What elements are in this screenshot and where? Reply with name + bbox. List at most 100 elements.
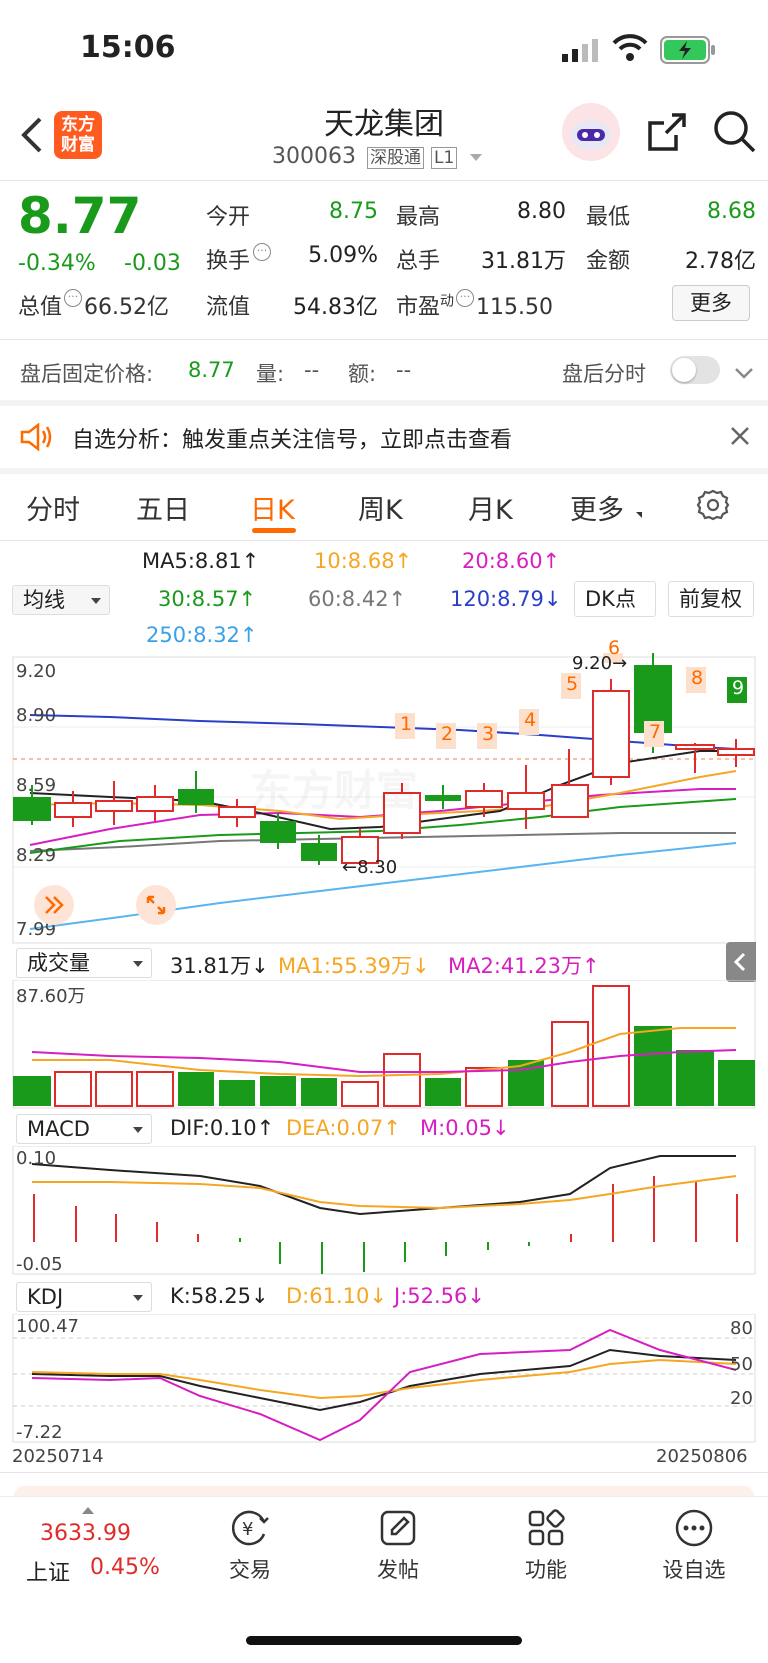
exchange-badge: 深股通 [366, 147, 424, 169]
nav-trade-label: 交易 [229, 1558, 271, 1582]
settings-icon[interactable] [696, 488, 730, 526]
expand-icon[interactable] [136, 885, 176, 925]
watermark: 东方财富 [250, 757, 418, 818]
close-icon[interactable] [730, 426, 750, 450]
grid-icon [526, 1508, 566, 1548]
after-hours-vol-label: 量: [256, 362, 285, 386]
caret-up-icon [82, 1507, 94, 1514]
kdj-legend: KDJ K:58.25↓ D:61.10↓ J:52.56↓ [0, 1280, 768, 1314]
turnover-value: 5.09% [308, 243, 378, 268]
signal-3[interactable]: 3 [482, 723, 494, 745]
y-label-2: 8.90 [16, 705, 57, 726]
volume-chart [12, 980, 756, 1109]
ma-legend: MA5:8.81↑ 10:8.68↑ 20:8.60↑ 均线 30:8.57↑ … [0, 541, 768, 653]
kdj-d: D:61.10↓ [286, 1284, 387, 1308]
robot-avatar-icon[interactable] [562, 103, 620, 161]
info-icon[interactable]: ··· [456, 289, 475, 307]
signal-8[interactable]: 8 [691, 667, 703, 689]
kline-labels: 9.20 8.90 8.59 8.29 7.99 9.20→ ←8.30 1 2… [0, 637, 768, 953]
kdj-chart [12, 1314, 756, 1443]
macd-selector[interactable]: MACD [16, 1114, 152, 1144]
signal-5[interactable]: 5 [566, 673, 578, 695]
mcap-label: 总值 ··· 66.52亿 [18, 289, 169, 320]
turnover-label: 换手 ··· [206, 243, 272, 275]
status-time: 15:06 [80, 30, 176, 65]
y-label-3: 8.59 [16, 775, 57, 796]
signal-4[interactable]: 4 [524, 709, 536, 731]
collapse-icon[interactable] [726, 942, 756, 982]
index-name[interactable]: 上证 [26, 1555, 70, 1587]
float-label: 流值 [206, 295, 251, 320]
adjust-button[interactable]: 前复权 [668, 581, 754, 617]
volume-selector[interactable]: 成交量 [16, 948, 152, 978]
index-change[interactable]: 0.45% [90, 1555, 160, 1580]
volume-value: 31.81万 [481, 249, 566, 274]
chart-tabs: 分时 五日 日K 周K 月K 更多 [0, 474, 768, 540]
date-start: 20250714 [12, 1446, 104, 1467]
macd-top-label: 0.10 [16, 1148, 57, 1169]
info-icon[interactable]: ··· [253, 243, 272, 261]
chevron-down-icon [470, 153, 483, 161]
after-hours-vol: -- [304, 358, 320, 382]
nav-watchlist[interactable]: 设自选 [634, 1508, 754, 1584]
ma-selector[interactable]: 均线 [12, 585, 110, 615]
mcap-value: 66.52亿 [84, 295, 169, 320]
more-circle-icon [674, 1508, 714, 1548]
index-value[interactable]: 3633.99 [40, 1521, 131, 1546]
open-value: 8.75 [329, 199, 378, 224]
double-chevron-icon[interactable] [34, 885, 74, 925]
low-label: 最低 [586, 205, 631, 230]
stock-subtitle[interactable]: 300063 深股通 L1 [272, 143, 483, 171]
tab-intraday[interactable]: 分时 [26, 488, 80, 527]
ma20-value: 20:8.60↑ [462, 549, 561, 573]
tab-more[interactable]: 更多 [570, 488, 624, 527]
chevron-down-icon[interactable] [734, 362, 754, 386]
kdj-20-label: 20 [730, 1388, 753, 1409]
kdj-selector[interactable]: KDJ [16, 1282, 152, 1312]
back-icon[interactable] [18, 115, 44, 159]
tab-more-caret-icon [636, 512, 642, 518]
analysis-banner[interactable]: 自选分析：触发重点关注信号，立即点击查看 [0, 406, 768, 468]
share-icon[interactable] [646, 111, 688, 157]
tab-five-day[interactable]: 五日 [136, 488, 190, 527]
low-marker: ←8.30 [342, 857, 398, 878]
after-hours-toggle[interactable] [670, 356, 720, 384]
nav-function[interactable]: 功能 [486, 1508, 606, 1584]
tab-monthly-k[interactable]: 月K [468, 488, 513, 527]
quote-panel: 8.77 -0.34% -0.03 今开 8.75 最高 8.80 最低 8.6… [0, 181, 768, 339]
nav-post[interactable]: 发帖 [338, 1508, 458, 1584]
header: 东方财富 天龙集团 300063 深股通 L1 [0, 95, 768, 180]
macd-chart [12, 1146, 756, 1275]
app-logo: 东方财富 [54, 111, 102, 159]
signal-7[interactable]: 7 [649, 721, 661, 743]
float-value: 54.83亿 [293, 295, 378, 320]
tab-weekly-k[interactable]: 周K [358, 488, 403, 527]
ma60-value: 60:8.42↑ [308, 587, 407, 611]
date-end: 20250806 [656, 1446, 748, 1467]
volume-value: 31.81万↓ [170, 954, 269, 978]
nav-trade[interactable]: ¥ 交易 [190, 1508, 310, 1584]
kdj-bottom-label: -7.22 [16, 1422, 63, 1443]
dk-point-button[interactable]: DK点 [574, 581, 656, 617]
search-icon[interactable] [712, 109, 756, 157]
tab-daily-k[interactable]: 日K [250, 488, 295, 527]
signal-9[interactable]: 9 [732, 677, 744, 699]
signal-1[interactable]: 1 [400, 713, 412, 735]
after-hours-price: 8.77 [188, 358, 235, 382]
volume-max-label: 87.60万 [16, 986, 86, 1007]
current-price: 8.77 [18, 187, 142, 245]
info-icon[interactable]: ··· [64, 289, 83, 307]
ma30-value: 30:8.57↑ [158, 587, 257, 611]
amount-value: 2.78亿 [685, 249, 756, 274]
after-hours-amt-label: 额: [348, 362, 377, 386]
y-label-top: 9.20 [16, 661, 57, 682]
wifi-icon [612, 34, 648, 66]
svg-text:¥: ¥ [242, 1519, 253, 1540]
signal-2[interactable]: 2 [441, 723, 453, 745]
signal-6[interactable]: 6 [608, 637, 620, 659]
volume-ma1: MA1:55.39万↓ [278, 954, 430, 978]
volume-legend: 成交量 31.81万↓ MA1:55.39万↓ MA2:41.23万↑ [0, 942, 768, 982]
more-button[interactable]: 更多 [672, 285, 750, 321]
change-value: -0.03 [124, 251, 181, 276]
volume-ma2: MA2:41.23万↑ [448, 954, 600, 978]
